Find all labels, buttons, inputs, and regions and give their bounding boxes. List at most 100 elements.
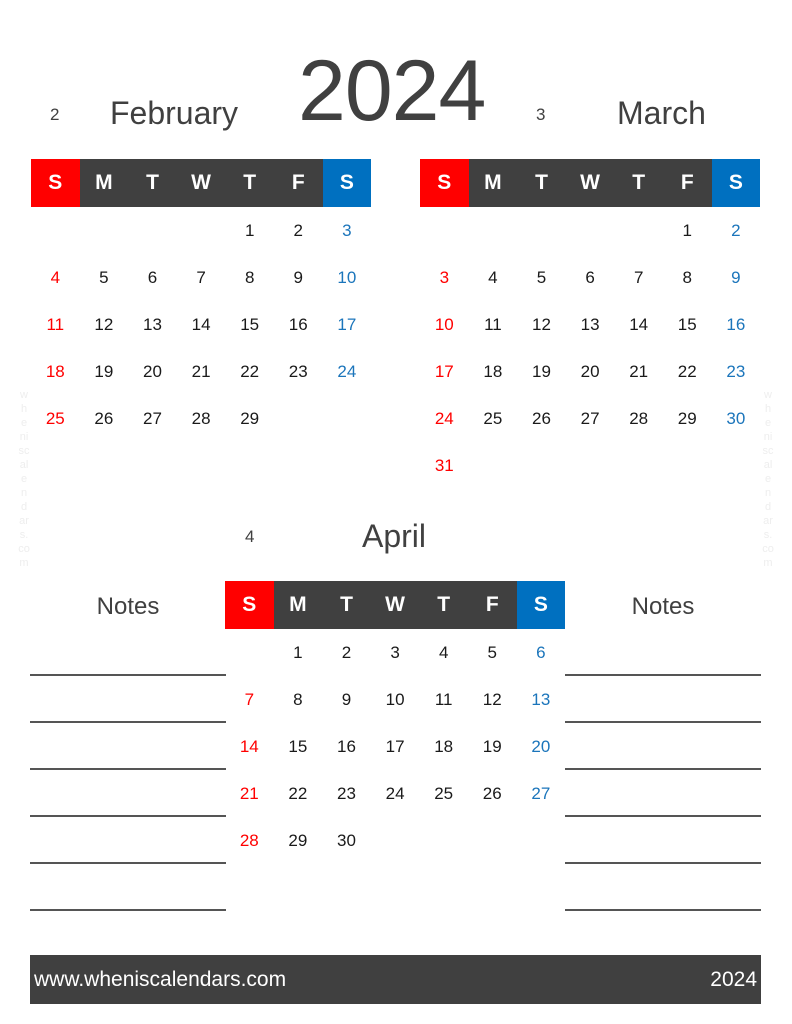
day-cell: 8 [293, 689, 303, 709]
day-cell: 16 [337, 736, 356, 756]
day-cell: 26 [532, 408, 551, 428]
footer-url[interactable]: www.wheniscalendars.com [34, 968, 286, 992]
day-cell: 19 [532, 361, 551, 381]
note-line [30, 721, 226, 723]
footer-year: 2024 [710, 967, 757, 991]
day-cell: 1 [244, 220, 255, 240]
note-line [565, 768, 761, 770]
day-cell: 20 [143, 361, 162, 381]
day-cell: 20 [531, 736, 551, 756]
day-cell: 29 [677, 408, 697, 428]
days-grid-february: 1 2 3 4 5 6 7 8 9 10 11 12 13 14 15 16 17 18 19 20 21 22 23 24 2… [31, 207, 371, 442]
weekday-label: S [31, 159, 80, 207]
day-cell: 14 [191, 314, 211, 334]
note-line [30, 768, 226, 770]
weekday-label: M [79, 159, 129, 207]
day-cell: 18 [483, 361, 503, 381]
weekday-label: F [273, 159, 323, 207]
day-cell: 19 [94, 361, 114, 381]
weekday-header-march: SMTWTFS [420, 159, 761, 207]
days-grid-april: 1 2 3 4 5 6 7 8 9 10 11 12 13 14 15 16 17 18 19 20 21 22 23 24 2… [225, 629, 565, 864]
note-line [30, 815, 226, 817]
day-cell: 29 [288, 830, 308, 850]
weekday-label: T [128, 159, 177, 207]
day-cell: 21 [629, 361, 649, 381]
day-cell: 23 [726, 361, 746, 381]
empty-cell [177, 207, 226, 254]
day-cell: 9 [293, 267, 303, 287]
day-cell: 28 [239, 830, 259, 850]
weekday-label: S [225, 581, 274, 629]
day-cell: 24 [385, 783, 405, 803]
day-cell: 24 [434, 408, 454, 428]
day-cell: 15 [240, 314, 260, 334]
empty-cell [420, 207, 469, 254]
watermark-left: wheniscalendars.com [18, 389, 30, 569]
day-cell: 26 [94, 408, 114, 428]
day-cell: 31 [434, 455, 454, 475]
weekday-label: T [419, 581, 468, 629]
day-cell: 4 [488, 267, 498, 287]
day-cell: 1 [682, 220, 692, 240]
day-cell: 24 [337, 361, 357, 381]
notes-lines-right [565, 674, 761, 911]
empty-cell [31, 207, 80, 254]
day-cell: 17 [434, 361, 454, 381]
day-cell: 19 [482, 736, 502, 756]
month-number-february: 2 [50, 105, 60, 124]
weekday-label: W [370, 581, 420, 629]
day-cell: 16 [288, 314, 308, 334]
day-cell: 6 [147, 267, 158, 287]
day-cell: 10 [337, 267, 357, 287]
day-cell: 15 [288, 736, 308, 756]
day-cell: 13 [580, 314, 600, 334]
day-cell: 8 [682, 267, 692, 287]
day-cell: 7 [633, 267, 644, 287]
empty-cell [614, 207, 663, 254]
note-line [30, 909, 226, 911]
empty-cell [225, 629, 274, 676]
day-cell: 30 [337, 830, 356, 850]
empty-cell [128, 207, 177, 254]
day-cell: 14 [629, 314, 649, 334]
day-cell: 1 [293, 642, 303, 662]
weekday-label: W [176, 159, 226, 207]
month-number-march: 3 [536, 105, 546, 124]
day-cell: 17 [385, 736, 405, 756]
weekday-label: S [516, 581, 566, 629]
day-cell: 25 [483, 408, 503, 428]
day-cell: 11 [434, 689, 453, 709]
day-cell: 12 [94, 314, 114, 334]
note-line [565, 721, 761, 723]
notes-title-left: Notes [96, 593, 160, 620]
day-cell: 18 [45, 361, 65, 381]
day-cell: 8 [244, 267, 255, 287]
day-cell: 26 [482, 783, 502, 803]
weekday-header-april: SMTWTFS [225, 581, 566, 629]
day-cell: 22 [677, 361, 697, 381]
weekday-label: F [662, 159, 712, 207]
day-cell: 13 [143, 314, 162, 334]
day-cell: 13 [531, 689, 551, 709]
day-cell: 23 [288, 361, 308, 381]
day-cell: 16 [726, 314, 746, 334]
day-cell: 29 [240, 408, 260, 428]
day-cell: 3 [439, 267, 450, 287]
day-cell: 12 [482, 689, 502, 709]
day-cell: 4 [438, 642, 449, 662]
watermark-right: wheniscalendars.com [762, 389, 774, 569]
weekday-label: T [517, 159, 566, 207]
weekday-label: S [322, 159, 372, 207]
day-cell: 5 [487, 642, 497, 662]
note-line [565, 909, 761, 911]
day-cell: 6 [536, 642, 546, 662]
note-line [565, 862, 761, 864]
footer-bar: www.wheniscalendars.com 2024 [30, 955, 761, 1004]
weekday-label: T [614, 159, 663, 207]
day-cell: 28 [191, 408, 211, 428]
day-cell: 12 [532, 314, 551, 334]
weekday-label: T [225, 159, 274, 207]
day-cell: 11 [484, 314, 502, 334]
weekday-label: S [420, 159, 469, 207]
day-cell: 3 [390, 642, 400, 662]
